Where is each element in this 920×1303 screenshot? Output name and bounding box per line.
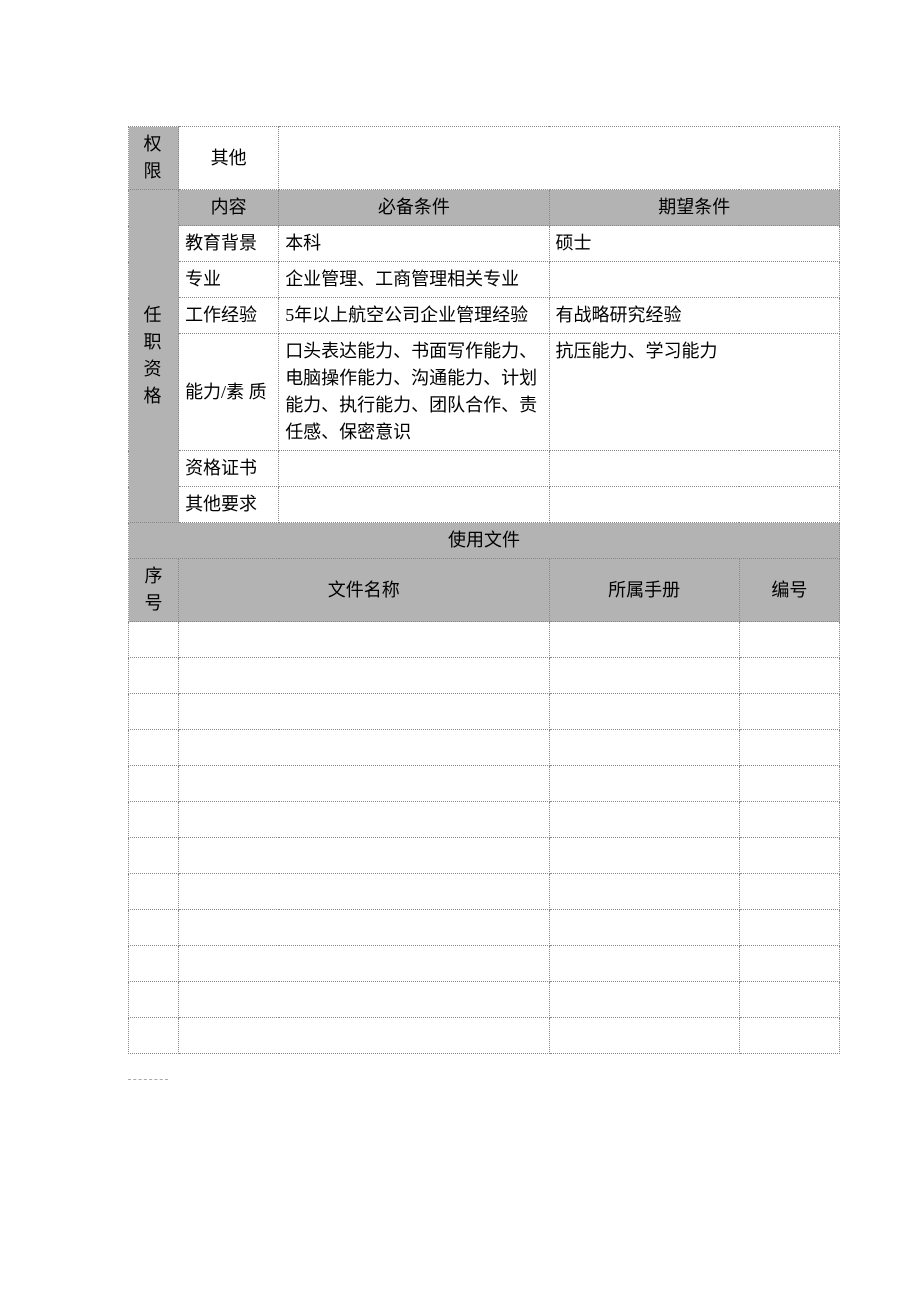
files-row [129,802,840,838]
qual-row-other: 其他要求 [129,487,840,523]
files-row [129,910,840,946]
qual-major-label: 专业 [179,262,279,298]
qual-ability-label: 能力/素 质 [179,334,279,451]
qual-header-required: 必备条件 [279,190,549,226]
files-row [129,1018,840,1054]
qual-row-cert: 资格证书 [129,451,840,487]
qual-header-desired: 期望条件 [549,190,839,226]
files-row [129,838,840,874]
qual-edu-required: 本科 [279,226,549,262]
files-row [129,694,840,730]
qual-row-ability: 能力/素 质 口头表达能力、书面写作能力、电脑操作能力、沟通能力、计划能力、执行… [129,334,840,451]
qual-row-major: 专业 企业管理、工商管理相关专业 [129,262,840,298]
footer-dash [128,1072,168,1080]
qual-header-content: 内容 [179,190,279,226]
qual-ability-required: 口头表达能力、书面写作能力、电脑操作能力、沟通能力、计划能力、执行能力、团队合作… [279,334,549,451]
files-row [129,946,840,982]
files-row [129,982,840,1018]
permission-value [279,127,840,190]
qual-row-exp: 工作经验 5年以上航空公司企业管理经验 有战略研究经验 [129,298,840,334]
qual-cert-required [279,451,549,487]
files-header-manual: 所属手册 [549,559,739,622]
permission-label: 权限 [129,127,179,190]
files-row [129,766,840,802]
files-title: 使用文件 [129,523,840,559]
qual-exp-label: 工作经验 [179,298,279,334]
qual-exp-required: 5年以上航空公司企业管理经验 [279,298,549,334]
qual-other-desired [549,487,839,523]
files-row [129,730,840,766]
qual-row-edu: 教育背景 本科 硕士 [129,226,840,262]
qual-other-label: 其他要求 [179,487,279,523]
files-title-row: 使用文件 [129,523,840,559]
qual-major-required: 企业管理、工商管理相关专业 [279,262,549,298]
qual-exp-desired: 有战略研究经验 [549,298,839,334]
qual-cert-label: 资格证书 [179,451,279,487]
qual-other-required [279,487,549,523]
files-row [129,874,840,910]
files-row [129,622,840,658]
qual-header-row: 任 职 资 格 内容 必备条件 期望条件 [129,190,840,226]
files-row [129,658,840,694]
permission-row: 权限 其他 [129,127,840,190]
qual-major-desired [549,262,839,298]
files-header-seq: 序 号 [129,559,179,622]
other-label: 其他 [179,127,279,190]
qual-edu-desired: 硕士 [549,226,839,262]
qual-side-label: 任 职 资 格 [129,190,179,523]
files-header-row: 序 号 文件名称 所属手册 编号 [129,559,840,622]
qual-cert-desired [549,451,839,487]
qual-edu-label: 教育背景 [179,226,279,262]
job-spec-table: 权限 其他 任 职 资 格 内容 必备条件 期望条件 教育背景 本科 硕士 专业… [128,126,840,1054]
files-header-name: 文件名称 [179,559,549,622]
qual-ability-desired: 抗压能力、学习能力 [549,334,839,451]
files-header-no: 编号 [739,559,839,622]
